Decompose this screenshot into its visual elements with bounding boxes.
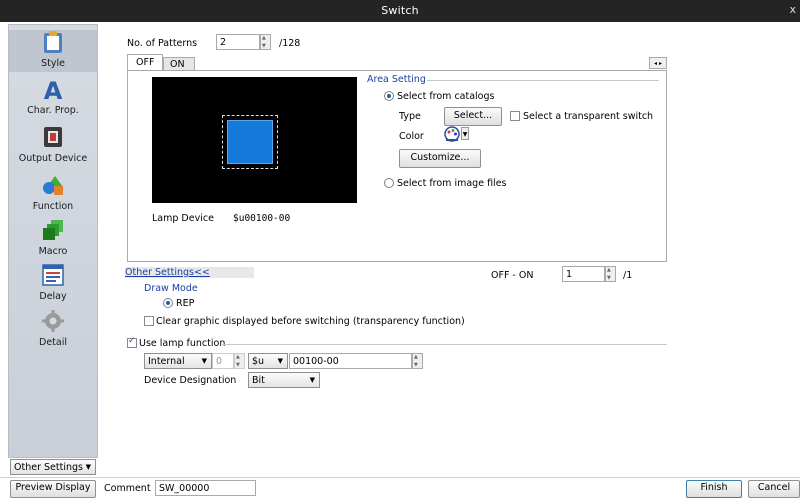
sidebar-item-detail[interactable]: Detail <box>9 309 97 351</box>
lamp-index-spinner <box>234 353 245 369</box>
sidebar-item-function[interactable]: Function <box>9 173 97 215</box>
patterns-label: No. of Patterns <box>127 38 198 49</box>
macro-icon <box>41 218 65 242</box>
chevron-down-icon: ▼ <box>85 463 91 471</box>
device-value: $u <box>252 356 265 367</box>
sidebar-item-output-device[interactable]: Output Device <box>9 125 97 167</box>
image-files-label: Select from image files <box>397 178 507 189</box>
rep-label: REP <box>176 298 195 309</box>
type-label: Type <box>399 111 421 122</box>
preview-display-button[interactable]: Preview Display <box>10 480 96 498</box>
clear-graphic-checkbox[interactable] <box>144 316 154 326</box>
divider <box>222 344 667 345</box>
off-on-input[interactable]: 1 <box>562 266 605 282</box>
lamp-type-select[interactable]: Internal ▼ <box>144 353 212 369</box>
lamp-device-label: Lamp Device <box>152 213 214 224</box>
designation-select[interactable]: Bit ▼ <box>248 372 320 388</box>
sidebar-item-macro[interactable]: Macro <box>9 218 97 260</box>
sidebar: Style A Char. Prop. Output Device Functi… <box>8 24 98 458</box>
image-files-radio[interactable] <box>384 178 394 188</box>
tab-off-label: OFF <box>136 57 155 68</box>
select-button[interactable]: Select... <box>444 107 502 126</box>
catalogs-label: Select from catalogs <box>397 91 495 102</box>
use-lamp-checkbox[interactable]: ✓ <box>127 336 137 348</box>
palette-icon <box>444 126 460 145</box>
tab-scroll-arrows-icon[interactable]: ◂ ▸ <box>649 57 667 69</box>
sidebar-item-label: Detail <box>39 337 67 348</box>
other-settings-dropdown[interactable]: Other Settings ▼ <box>10 459 96 475</box>
chevron-down-icon: ▼ <box>277 357 283 365</box>
window-title: Switch <box>381 4 419 17</box>
footer-divider <box>0 477 800 478</box>
device-select[interactable]: $u ▼ <box>248 353 288 369</box>
off-on-max: /1 <box>623 270 633 281</box>
patterns-spinner[interactable] <box>260 34 271 50</box>
transparent-checkbox[interactable] <box>510 111 520 121</box>
draw-mode-label: Draw Mode <box>144 283 198 294</box>
switch-preview <box>152 77 357 203</box>
other-settings-label: Other Settings <box>14 462 83 473</box>
color-label: Color <box>399 131 424 142</box>
lamp-type-value: Internal <box>148 356 185 367</box>
divider <box>427 80 659 81</box>
style-icon <box>41 30 65 54</box>
finish-button[interactable]: Finish <box>686 480 742 498</box>
clear-graphic-label: Clear graphic displayed before switching… <box>156 316 465 327</box>
tab-off[interactable]: OFF <box>127 54 163 71</box>
detail-icon <box>41 309 65 333</box>
chevron-down-icon: ▼ <box>309 376 315 384</box>
off-on-label: OFF - ON <box>491 270 534 281</box>
customize-button[interactable]: Customize... <box>399 149 481 168</box>
sidebar-item-label: Delay <box>39 291 67 302</box>
sidebar-item-delay[interactable]: Delay <box>9 263 97 305</box>
function-icon <box>41 173 65 197</box>
tab-on[interactable]: ON <box>163 57 195 71</box>
sidebar-item-label: Style <box>41 58 65 69</box>
sidebar-item-label: Char. Prop. <box>27 105 79 116</box>
close-icon[interactable]: x <box>789 3 796 16</box>
switch-lamp <box>227 120 273 164</box>
patterns-max: /128 <box>279 38 301 49</box>
designation-label: Device Designation <box>144 375 237 386</box>
catalogs-radio[interactable] <box>384 91 394 101</box>
delay-icon <box>41 263 65 287</box>
switch-selection[interactable] <box>222 115 278 169</box>
transparent-label: Select a transparent switch <box>523 111 654 122</box>
sidebar-item-char-prop[interactable]: A Char. Prop. <box>9 77 97 119</box>
check-icon: ✓ <box>128 336 136 346</box>
chevron-down-icon: ▼ <box>461 127 469 140</box>
designation-value: Bit <box>252 375 265 386</box>
patterns-input[interactable]: 2 <box>216 34 260 50</box>
address-spinner[interactable] <box>412 353 423 369</box>
sidebar-item-style[interactable]: Style <box>9 30 97 72</box>
color-picker[interactable]: ▼ <box>444 126 470 142</box>
cancel-button[interactable]: Cancel <box>748 480 800 498</box>
use-lamp-label: Use lamp function <box>139 338 226 349</box>
other-settings-link[interactable]: Other Settings<< <box>125 267 254 278</box>
lamp-index-input: 0 <box>212 353 234 369</box>
off-on-spinner[interactable] <box>605 266 616 282</box>
area-setting-title: Area Setting <box>367 74 426 85</box>
char-prop-icon: A <box>41 77 65 105</box>
comment-input[interactable]: SW_00000 <box>155 480 256 496</box>
comment-label: Comment <box>104 483 151 494</box>
sidebar-item-label: Output Device <box>18 153 88 164</box>
svg-text:A: A <box>44 77 63 101</box>
address-input[interactable]: 00100-00 <box>289 353 412 369</box>
tab-on-label: ON <box>170 59 185 70</box>
rep-radio[interactable] <box>163 298 173 308</box>
title-bar: Switch x <box>0 0 800 22</box>
lamp-device-value: $u00100-00 <box>233 213 291 224</box>
sidebar-item-label: Macro <box>38 246 68 257</box>
chevron-down-icon: ▼ <box>201 357 207 365</box>
output-device-icon <box>41 125 65 149</box>
sidebar-item-label: Function <box>32 201 74 212</box>
